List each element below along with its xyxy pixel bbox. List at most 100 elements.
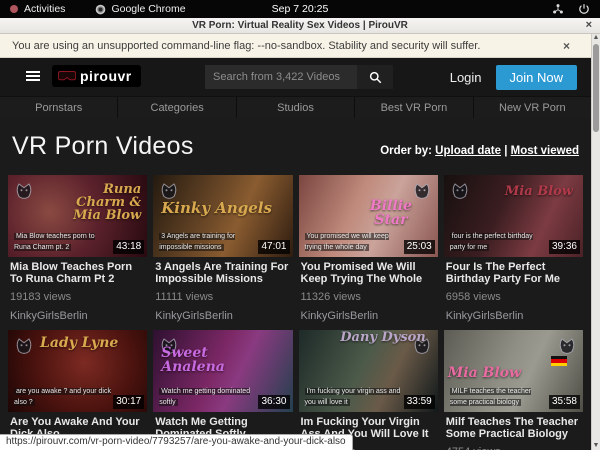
order-upload-date-link[interactable]: Upload date [435,145,501,157]
warning-close-button[interactable]: × [563,39,570,53]
view-count: 11111 views [155,291,290,303]
site-header: pirouvr Login Join Now [0,58,591,96]
site-logo-text: pirouvr [80,68,132,84]
scroll-down-arrow-icon[interactable]: ▼ [592,442,600,449]
nav-item-pornstars[interactable]: Pornstars [0,97,118,118]
video-title[interactable]: 3 Angels Are Training For Impossible Mis… [155,261,290,286]
thumbnail-caption: Mia Blow teaches porn to Runa Charm pt. … [14,232,111,253]
duration-badge: 33:59 [404,395,435,409]
search-bar [205,65,393,89]
order-by-controls: Order by: Upload date | Most viewed [380,145,579,161]
video-title[interactable]: Mia Blow Teaches Porn To Runa Charm Pt 2 [10,261,145,286]
duration-badge: 36:30 [258,395,289,409]
view-count: 4754 views [446,446,581,450]
power-icon[interactable] [578,3,590,15]
nav-item-studios[interactable]: Studios [237,97,355,118]
duration-badge: 47:01 [258,240,289,254]
thumbnail-caption: 3 Angels are training for impossible mis… [159,232,256,253]
studio-cat-mask-icon [412,179,432,199]
nav-item-new-vr-porn[interactable]: New VR Porn [474,97,591,118]
chrome-icon [95,4,106,15]
video-title[interactable]: Milf Teaches The Teacher Some Practical … [446,416,581,441]
video-card[interactable]: Lady Lyne are you awake ? and your dick … [8,330,147,450]
nav-item-categories[interactable]: Categories [118,97,236,118]
studio-link[interactable]: KinkyGirlsBerlin [10,310,145,322]
notification-dot-icon [10,5,18,13]
video-card[interactable]: Kinky Angels 3 Angels are training for i… [153,175,292,322]
thumbnail-overlay-title: Runa Charm & Mia Blow [55,183,141,222]
duration-badge: 39:36 [549,240,580,254]
studio-cat-mask-icon [450,179,470,199]
video-card[interactable]: Runa Charm & Mia Blow Mia Blow teaches p… [8,175,147,322]
thumbnail-caption: are you awake ? and your dick also ? [14,387,111,408]
main-content: VR Porn Videos Order by: Upload date | M… [0,118,591,450]
nav-item-best-vr-porn[interactable]: Best VR Porn [355,97,473,118]
thumbnail-caption: I'm fucking your virgin ass and you will… [305,387,402,408]
system-top-bar: Activities Google Chrome Sep 7 20:25 [0,0,600,18]
video-title[interactable]: You Promised We Will Keep Trying The Who… [301,261,436,286]
video-thumbnail[interactable]: Dany Dyson I'm fucking your virgin ass a… [299,330,438,412]
studio-link[interactable]: KinkyGirlsBerlin [446,310,581,322]
duration-badge: 30:17 [113,395,144,409]
german-flag-icon [551,356,567,366]
thumbnail-overlay-title: Mia Blow [496,185,573,198]
warning-message: You are using an unsupported command-lin… [12,40,480,52]
window-title: VR Porn: Virtual Reality Sex Videos | Pi… [192,20,408,31]
studio-link[interactable]: KinkyGirlsBerlin [301,310,436,322]
search-input[interactable] [205,65,357,89]
thumbnail-caption: MILF teaches the teacher some practical … [450,387,547,408]
thumbnail-caption: Watch me getting dominated softly [159,387,256,408]
view-count: 6958 views [446,291,581,303]
video-card[interactable]: Mia Blow MILF teaches the teacher some p… [444,330,583,450]
video-thumbnail[interactable]: Mia Blow MILF teaches the teacher some p… [444,330,583,412]
chrome-warning-bar: You are using an unsupported command-lin… [0,34,600,58]
thumbnail-overlay-title: Lady Lyne [40,336,118,350]
video-thumbnail[interactable]: Sweet Analena Watch me getting dominated… [153,330,292,412]
join-now-button[interactable]: Join Now [496,65,577,90]
video-thumbnail[interactable]: Mia Blow four is the perfect birthday pa… [444,175,583,257]
video-grid: Runa Charm & Mia Blow Mia Blow teaches p… [8,175,583,450]
video-thumbnail[interactable]: Billie Star You promised we will keep tr… [299,175,438,257]
thumbnail-caption: four is the perfect birthday party for m… [450,232,547,253]
scroll-up-arrow-icon[interactable]: ▲ [592,34,600,41]
activities-button[interactable]: Activities [24,3,65,15]
order-most-viewed-link[interactable]: Most viewed [511,145,579,157]
duration-badge: 25:03 [404,240,435,254]
thumbnail-caption: You promised we will keep trying the who… [305,232,402,253]
search-button[interactable] [357,65,393,89]
menu-hamburger-icon[interactable] [26,71,40,83]
page-title: VR Porn Videos [12,132,194,161]
video-card[interactable]: Sweet Analena Watch me getting dominated… [153,330,292,450]
duration-badge: 43:18 [113,240,144,254]
primary-nav: Pornstars Categories Studios Best VR Por… [0,96,591,118]
window-title-bar: VR Porn: Virtual Reality Sex Videos | Pi… [0,18,600,34]
view-count: 19183 views [10,291,145,303]
video-thumbnail[interactable]: Runa Charm & Mia Blow Mia Blow teaches p… [8,175,147,257]
window-close-button[interactable]: × [586,18,592,33]
screen: Activities Google Chrome Sep 7 20:25 VR … [0,0,600,450]
vr-goggles-icon [58,70,76,82]
order-by-label: Order by: [380,145,432,157]
scrollbar-thumb[interactable] [593,44,599,132]
video-thumbnail[interactable]: Kinky Angels 3 Angels are training for i… [153,175,292,257]
vertical-scrollbar[interactable]: ▲ ▼ [591,34,600,450]
video-title[interactable]: Four Is The Perfect Birthday Party For M… [446,261,581,286]
focused-app-label: Google Chrome [111,3,185,15]
site-logo[interactable]: pirouvr [52,65,141,87]
video-card[interactable]: Billie Star You promised we will keep tr… [299,175,438,322]
thumbnail-overlay-title: Mia Blow [448,366,521,380]
login-link[interactable]: Login [450,70,482,85]
network-tray-icon[interactable] [552,3,564,15]
video-card[interactable]: Mia Blow four is the perfect birthday pa… [444,175,583,322]
studio-cat-mask-icon [159,179,179,199]
status-bar-url: https://pirouvr.com/vr-porn-video/779325… [0,434,353,450]
video-thumbnail[interactable]: Lady Lyne are you awake ? and your dick … [8,330,147,412]
studio-link[interactable]: KinkyGirlsBerlin [155,310,290,322]
view-count: 11326 views [301,291,436,303]
video-card[interactable]: Dany Dyson I'm fucking your virgin ass a… [299,330,438,450]
studio-cat-mask-icon [14,179,34,199]
duration-badge: 35:58 [549,395,580,409]
clock[interactable]: Sep 7 20:25 [272,3,329,15]
focused-app-indicator[interactable]: Google Chrome [95,3,185,15]
thumbnail-overlay-title: Billie Star [356,199,426,227]
